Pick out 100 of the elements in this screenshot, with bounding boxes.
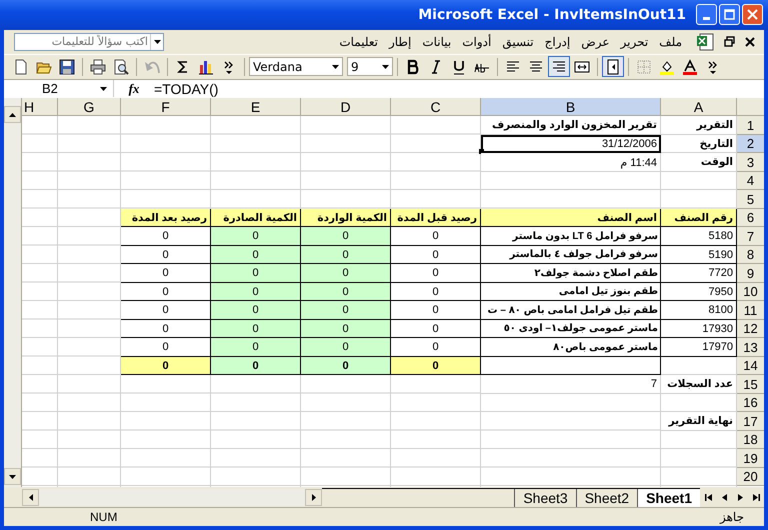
close-button[interactable] (742, 4, 763, 26)
close-icon[interactable] (744, 36, 756, 48)
scroll-up-button[interactable] (4, 106, 21, 124)
table-cell: 0 (121, 356, 211, 376)
dropdown-icon (382, 64, 389, 69)
table-cell: 0 (121, 227, 211, 246)
row-header[interactable]: 17 (737, 412, 764, 431)
row-header[interactable]: 1 (737, 116, 764, 135)
table-cell: 5180 (661, 227, 737, 246)
table-cell: 0 (301, 227, 391, 246)
row-header[interactable]: 12 (737, 320, 764, 338)
table-cell: 11:44 م (481, 153, 661, 172)
row-header[interactable]: 5 (737, 190, 764, 209)
table-cell: الكمية الواردة (301, 208, 391, 228)
direction-icon (605, 58, 621, 75)
up-arrow-icon (9, 112, 16, 117)
row-header[interactable]: 10 (737, 282, 764, 302)
row-header[interactable]: 8 (737, 246, 764, 264)
menu-item[interactable]: عرض (581, 34, 610, 49)
left-arrow-icon (28, 494, 32, 501)
table-cell: 0 (301, 264, 391, 283)
row-header[interactable]: 16 (737, 394, 764, 412)
menu-item[interactable]: تحرير (620, 34, 648, 49)
row-header[interactable]: 20 (737, 468, 764, 486)
column-header[interactable]: C (391, 98, 481, 116)
spreadsheet-icon[interactable] (696, 32, 714, 51)
sheet-tab[interactable]: Sheet1 (637, 488, 700, 507)
table-cell: 0 (391, 338, 481, 357)
underline-icon (451, 58, 467, 75)
column-header[interactable]: A (661, 98, 737, 116)
table-cell: 0 (121, 320, 211, 338)
maximize-icon (724, 9, 735, 20)
menu-item[interactable]: تعليمات (339, 34, 378, 49)
bold-icon (405, 58, 421, 75)
row-header[interactable]: 3 (737, 153, 764, 172)
column-header[interactable]: B (481, 98, 661, 116)
align-right-button[interactable] (548, 56, 570, 78)
scroll-down-button[interactable] (4, 468, 21, 486)
table-cell: اسم الصنف (481, 208, 661, 228)
table-cell: 0 (211, 320, 301, 338)
table-cell: 17970 (661, 338, 737, 357)
maximize-button[interactable] (719, 4, 740, 26)
row-header[interactable]: 15 (737, 375, 764, 394)
function-button[interactable]: fx (114, 80, 154, 97)
undo-icon (144, 58, 160, 75)
restore-icon[interactable] (724, 36, 736, 48)
menu-item[interactable]: أدوات (462, 34, 492, 49)
dropdown-icon (100, 86, 107, 91)
table-cell: 0 (211, 264, 301, 283)
previous-sheet-icon[interactable] (720, 492, 728, 502)
row-header[interactable]: 6 (737, 208, 764, 228)
table-cell: سرفو فرامل LT 6 بدون ماستر (481, 227, 661, 246)
table-cell: 5190 (661, 246, 737, 264)
menu-item[interactable]: تنسيق (502, 34, 534, 49)
bar-chart-icon (198, 58, 214, 75)
table-cell: 31/12/2006 (481, 134, 661, 154)
right-arrow-icon (312, 494, 316, 501)
column-header[interactable]: F (121, 98, 211, 116)
next-sheet-icon[interactable] (736, 492, 744, 502)
horizontal-scrollbar[interactable] (22, 488, 322, 506)
row-header[interactable]: 11 (737, 301, 764, 320)
vertical-scrollbar[interactable] (4, 98, 22, 488)
row-header[interactable]: 13 (737, 338, 764, 357)
row-header[interactable]: 9 (737, 264, 764, 283)
scroll-right-button[interactable] (305, 488, 322, 506)
table-cell: 8100 (661, 301, 737, 320)
menu-item[interactable]: إدراج (544, 34, 570, 49)
menu-item[interactable]: ملف (659, 34, 682, 49)
table-cell: رصيد بعد المدة (121, 208, 211, 228)
row-header[interactable]: 19 (737, 449, 764, 468)
column-header[interactable]: E (211, 98, 301, 116)
table-cell: 0 (301, 246, 391, 264)
table-cell: سرفو فرامل جولف ٤ بالماستر (481, 246, 661, 264)
table-cell: 0 (391, 246, 481, 264)
table-cell: 0 (121, 282, 211, 302)
menu-item[interactable]: إطار (388, 34, 412, 49)
column-header[interactable]: H (22, 98, 58, 116)
name-box[interactable]: B2 (4, 80, 114, 98)
font-size-dropdown[interactable]: 9 (347, 57, 393, 76)
dropdown-icon[interactable] (154, 40, 160, 44)
table-cell: طقم اصلاح دشمة جولف٢ (481, 264, 661, 283)
row-header[interactable]: 7 (737, 227, 764, 246)
row-header[interactable]: 18 (737, 430, 764, 450)
first-sheet-icon[interactable] (704, 492, 714, 502)
row-header[interactable]: 4 (737, 172, 764, 190)
direction-button[interactable] (602, 56, 624, 78)
table-cell: 0 (121, 264, 211, 283)
menu-item[interactable]: بيانات (422, 34, 452, 49)
column-header[interactable]: D (301, 98, 391, 116)
row-header[interactable]: 14 (737, 356, 764, 376)
borders-icon (636, 58, 652, 75)
column-header[interactable]: G (58, 98, 121, 116)
formula-field[interactable]: =TODAY() (154, 80, 764, 97)
row-header[interactable]: 2 (737, 134, 764, 154)
scroll-left-button[interactable] (22, 488, 39, 506)
close-icon (747, 9, 758, 20)
last-sheet-icon[interactable] (750, 492, 760, 502)
minimize-button[interactable] (696, 4, 717, 26)
magnifier-icon (113, 58, 129, 75)
font-dropdown[interactable]: Verdana (249, 57, 343, 76)
